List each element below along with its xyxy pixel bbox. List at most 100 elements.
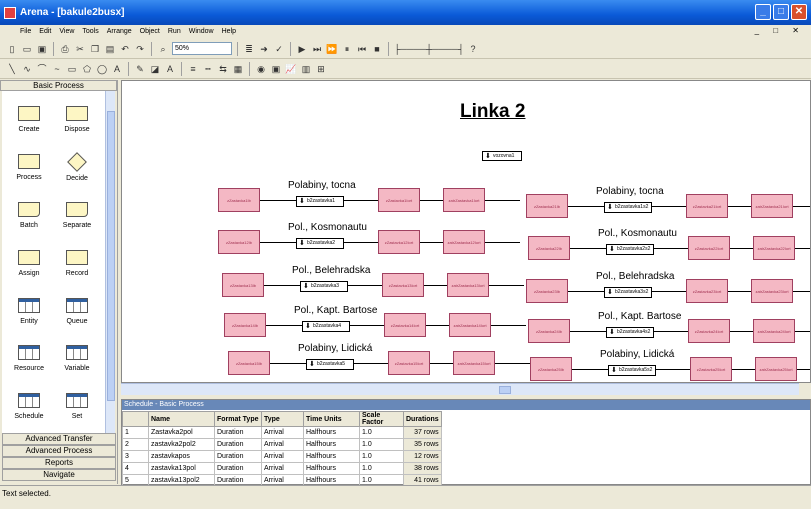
zoom-icon[interactable]: ⌕ (157, 43, 169, 55)
menu-file[interactable]: File (16, 28, 35, 35)
module-assign[interactable]: Assign (4, 250, 54, 277)
fast-forward-icon[interactable]: ⏩ (326, 43, 338, 55)
run-icon[interactable]: ▶ (296, 43, 308, 55)
left-module-left[interactable]: zZastavka12Ib (218, 230, 260, 254)
right-station-route[interactable]: b2zastavka5s2 (608, 365, 656, 376)
module-entity[interactable]: Entity (4, 298, 54, 325)
left-module-left[interactable]: zZastavka14Ib (224, 313, 266, 337)
rectangle-icon[interactable]: ▭ (66, 63, 78, 75)
globe-icon[interactable]: ◉ (255, 63, 267, 75)
arena-app-icon[interactable] (4, 6, 16, 19)
durations-cell[interactable]: 37 rows (403, 426, 442, 439)
module-dispose[interactable]: Dispose (52, 106, 102, 133)
left-station-route[interactable]: b2zastavka2 (296, 238, 344, 249)
line-icon[interactable]: ╲ (6, 63, 18, 75)
right-module-mid[interactable]: zZastavka25Iort (690, 357, 732, 381)
left-station-route[interactable]: b2zastavka1 (296, 196, 344, 207)
table-cell[interactable]: 2 (122, 438, 149, 451)
right-module-left[interactable]: zZastavka25Ib (530, 357, 572, 381)
table-cell[interactable]: 1.0 (359, 450, 404, 463)
save-icon[interactable]: ▣ (36, 43, 48, 55)
right-station-route[interactable]: b2zastavka4s2 (606, 327, 654, 338)
module-batch[interactable]: Batch (4, 202, 54, 229)
end-icon[interactable]: ■ (371, 43, 383, 55)
cut-icon[interactable]: ✂ (74, 43, 86, 55)
pattern-icon[interactable]: ▦ (232, 63, 244, 75)
left-module-mid[interactable]: zZastavka12Iort (378, 230, 420, 254)
left-module-mid[interactable]: zZastavka15Iort (388, 351, 430, 375)
palette-scroll-thumb[interactable] (107, 111, 115, 401)
panel-advanced-transfer[interactable]: Advanced Transfer (2, 433, 116, 445)
right-module-mid[interactable]: zZastavka24Iort (688, 319, 730, 343)
menu-run[interactable]: Run (164, 28, 185, 35)
right-module-right[interactable]: zatrZastavka21Iort (751, 194, 793, 218)
left-module-mid[interactable]: zZastavka13Iort (382, 273, 424, 297)
left-module-left[interactable]: zZastavka1Ib (218, 188, 260, 212)
step-icon[interactable]: ⏭ (311, 43, 323, 55)
help-icon[interactable]: ? (467, 43, 479, 55)
right-station-route[interactable]: b2zastavka1s2 (604, 202, 652, 213)
text-icon[interactable]: A (111, 63, 123, 75)
pause-icon[interactable]: ⏸ (341, 43, 353, 55)
table-cell[interactable]: 4 (122, 462, 149, 475)
module-process[interactable]: Process (4, 154, 54, 181)
menu-view[interactable]: View (55, 28, 78, 35)
table-cell[interactable]: 1.0 (359, 438, 404, 451)
table-cell[interactable]: Duration (214, 426, 262, 439)
right-station-route[interactable]: b2zastavka3s2 (604, 287, 652, 298)
right-module-left[interactable]: zZastavka24Ib (528, 319, 570, 343)
table-cell[interactable]: zastavka13pol (148, 462, 215, 475)
maximize-button[interactable]: □ (773, 4, 789, 20)
start-over-icon[interactable]: ⏮ (356, 43, 368, 55)
left-module-mid[interactable]: zZastavka1Iort (378, 188, 420, 212)
arrow-icon[interactable]: ➜ (258, 43, 270, 55)
left-module-right[interactable]: zatrZastavka14Iort (449, 313, 491, 337)
panel-navigate[interactable]: Navigate (2, 469, 116, 481)
table-cell[interactable]: Zastavka2pol (148, 426, 215, 439)
right-module-right[interactable]: zatrZastavka22Iort (753, 236, 795, 260)
table-row[interactable]: 2 zastavka2pol2 Duration Arrival Halfhours 1.… (122, 438, 442, 451)
table-cell[interactable]: Arrival (261, 450, 304, 463)
line-color-icon[interactable]: ✎ (134, 63, 146, 75)
ellipse-icon[interactable]: ◯ (96, 63, 108, 75)
right-module-right[interactable]: zatrZastavka24Iort (753, 319, 795, 343)
table-cell[interactable]: 3 (122, 450, 149, 463)
plot-icon[interactable]: 📈 (285, 63, 297, 75)
route-icon[interactable]: ⊞ (315, 63, 327, 75)
table-cell[interactable]: zastavka2pol2 (148, 438, 215, 451)
polygon-icon[interactable]: ⬠ (81, 63, 93, 75)
line-style-icon[interactable]: ┅ (202, 63, 214, 75)
zoom-select[interactable]: 50% (172, 42, 232, 55)
column-header[interactable] (122, 411, 149, 427)
left-station-route[interactable]: b2zastavka3 (300, 281, 348, 292)
model-canvas[interactable]: Linka 2 vozovna1 Polabiny, tocna zZastavk… (121, 80, 811, 383)
menu-arrange[interactable]: Arrange (103, 28, 136, 35)
module-queue[interactable]: Queue (52, 298, 102, 325)
left-module-right[interactable]: zatrZastavka15Iort (453, 351, 495, 375)
left-module-mid[interactable]: zZastavka14Iort (384, 313, 426, 337)
left-module-right[interactable]: zatrZastavka13Iort (447, 273, 489, 297)
check-model-icon[interactable]: ✓ (273, 43, 285, 55)
column-header[interactable]: Name (148, 411, 215, 427)
module-schedule[interactable]: Schedule (4, 393, 54, 420)
module-resource[interactable]: Resource (4, 345, 54, 372)
right-module-mid[interactable]: zZastavka23Iort (686, 279, 728, 303)
column-header[interactable]: Time Units (303, 411, 360, 427)
right-module-mid[interactable]: zZastavka21Iort (686, 194, 728, 218)
menu-help[interactable]: Help (218, 28, 240, 35)
column-header[interactable]: Type (261, 411, 304, 427)
right-module-right[interactable]: zatrZastavka23Iort (751, 279, 793, 303)
table-cell[interactable]: Arrival (261, 462, 304, 475)
table-cell[interactable]: 1 (122, 426, 149, 439)
column-header[interactable]: Durations (403, 411, 442, 427)
left-station-route[interactable]: b2zastavka4 (302, 321, 350, 332)
left-module-left[interactable]: zZastavka15Ib (228, 351, 270, 375)
left-module-right[interactable]: zatrZastavka1Iort (443, 188, 485, 212)
station-vozovna[interactable]: vozovna1 (482, 151, 522, 161)
right-module-mid[interactable]: zZastavka22Iort (688, 236, 730, 260)
column-header[interactable]: Format Type (214, 411, 262, 427)
mdi-window-controls[interactable]: _ □ ✕ (755, 26, 805, 35)
menu-tools[interactable]: Tools (78, 28, 102, 35)
module-variable[interactable]: Variable (52, 345, 102, 372)
menu-object[interactable]: Object (136, 28, 164, 35)
